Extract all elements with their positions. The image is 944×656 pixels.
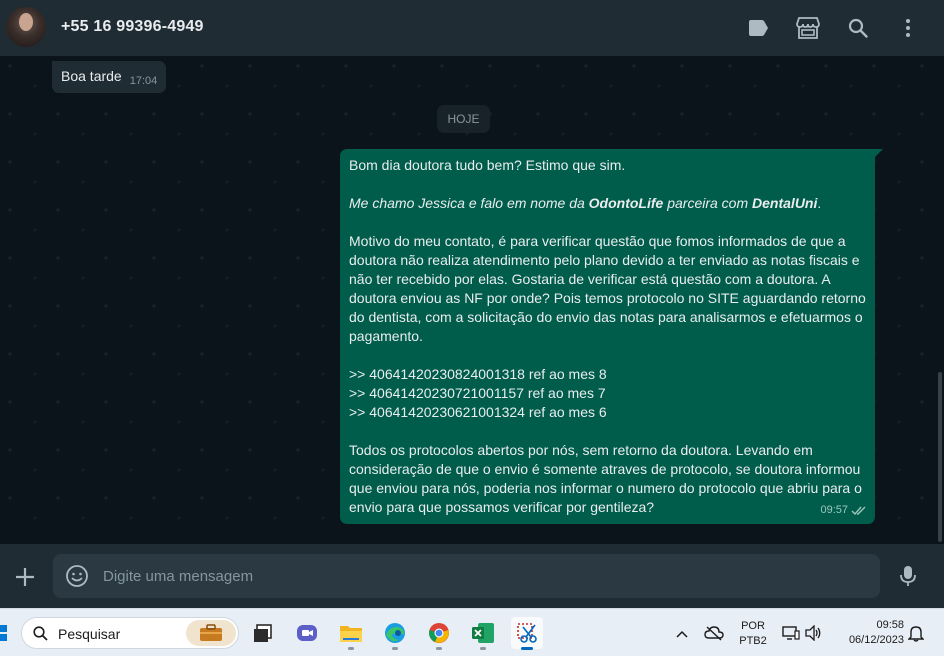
contact-avatar[interactable] — [6, 7, 46, 47]
message-time: 09:57 — [820, 504, 848, 516]
protocol-line: >> 40641420230621001324 ref ao mes 6 — [349, 404, 607, 420]
windows-taskbar: Pesquisar POR PTB2 09:58 06/12/2023 — [0, 608, 944, 656]
message-intro: Me chamo Jessica e falo em nome da Odont… — [349, 195, 822, 211]
chrome-icon[interactable] — [423, 617, 455, 650]
file-explorer-icon[interactable] — [335, 617, 367, 650]
message-text: Boa tarde — [61, 68, 122, 84]
message-line: Bom dia doutora tudo bem? Estimo que sim… — [349, 157, 626, 173]
briefcase-icon — [186, 620, 236, 646]
conversation-panel[interactable]: Boa tarde 17:04 HOJE Bom dia doutora tudo… — [0, 56, 944, 544]
volume-icon[interactable] — [805, 624, 823, 642]
message-time: 17:04 — [129, 75, 158, 87]
task-view-icon[interactable] — [247, 617, 279, 649]
brand-dentaluni: DentalUni — [752, 195, 818, 211]
search-icon[interactable] — [846, 16, 870, 40]
chat-header: +55 16 99396-4949 — [0, 0, 944, 56]
protocol-line: >> 40641420230824001318 ref ao mes 8 — [349, 366, 607, 382]
message-paragraph: Motivo do meu contato, é para verificar … — [349, 233, 866, 344]
search-placeholder: Pesquisar — [58, 626, 121, 642]
clock-date: 06/12/2023 — [848, 634, 904, 646]
microphone-icon[interactable] — [896, 564, 920, 588]
message-meta: 09:57 — [820, 501, 867, 520]
snipping-tool-icon[interactable] — [511, 617, 543, 650]
message-input-wrapper — [53, 554, 880, 598]
message-paragraph: Todos os protocolos abertos por nós, sem… — [349, 442, 862, 515]
store-icon[interactable] — [796, 16, 820, 40]
network-icon[interactable] — [782, 625, 800, 641]
menu-icon[interactable] — [896, 16, 920, 40]
read-ticks-icon — [851, 506, 866, 516]
message-input[interactable] — [103, 554, 863, 598]
composer-bar — [0, 544, 944, 608]
emoji-icon[interactable] — [65, 564, 89, 588]
label-icon[interactable] — [746, 16, 770, 40]
edge-icon[interactable] — [379, 617, 411, 650]
excel-icon[interactable] — [467, 617, 499, 650]
attach-plus-icon[interactable] — [12, 564, 38, 590]
whatsapp-window: +55 16 99396-4949 Boa tarde 17:04 HOJE Bo… — [0, 0, 944, 608]
teams-icon[interactable] — [291, 617, 323, 649]
clock[interactable]: 09:58 06/12/2023 — [834, 618, 904, 648]
search-icon — [33, 626, 48, 641]
chat-scrollbar[interactable] — [938, 372, 942, 542]
clock-time: 09:58 — [876, 619, 904, 631]
protocol-line: >> 40641420230721001157 ref ao mes 7 — [349, 385, 606, 401]
incoming-message[interactable]: Boa tarde 17:04 — [52, 61, 167, 93]
date-divider: HOJE — [437, 105, 490, 133]
chevron-up-icon[interactable] — [675, 627, 689, 639]
language-indicator[interactable]: POR PTB2 — [736, 619, 770, 649]
cloud-offline-icon[interactable] — [704, 625, 724, 641]
outgoing-message[interactable]: Bom dia doutora tudo bem? Estimo que sim… — [340, 149, 883, 524]
contact-name[interactable]: +55 16 99396-4949 — [61, 18, 204, 36]
brand-odontolife: OdontoLife — [588, 195, 664, 211]
taskbar-search[interactable]: Pesquisar — [21, 617, 239, 649]
bell-icon[interactable] — [907, 624, 925, 642]
start-icon[interactable] — [0, 623, 8, 643]
